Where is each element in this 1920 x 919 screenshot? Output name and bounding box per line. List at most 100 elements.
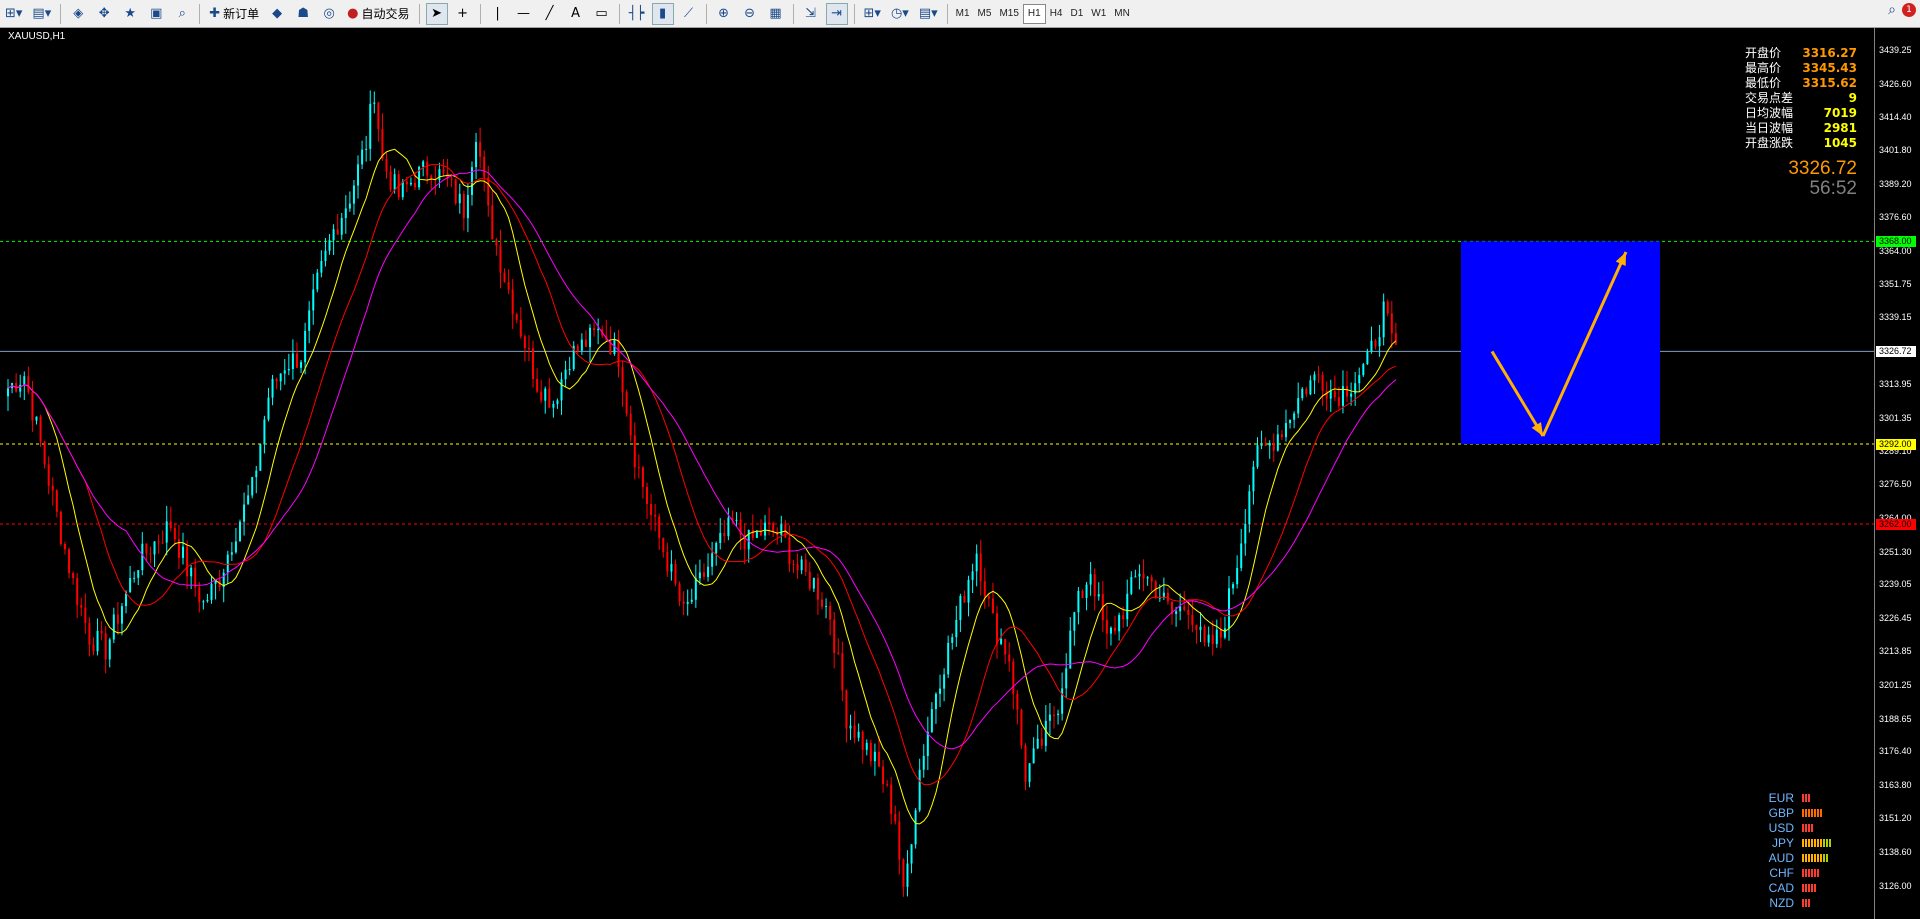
price-axis[interactable]: 3439.25 3426.60 3414.40 3401.80 3389.20 3376.… [1874,28,1920,919]
auto-scroll-button[interactable]: ⇲ [800,3,822,25]
auto-trade-button[interactable]: ● 自动交易 [344,3,412,25]
candle-body [1293,413,1296,420]
timeframe-h4[interactable]: H4 [1046,4,1067,24]
candle-body [707,566,710,577]
strength-bar [1805,793,1807,802]
terminal-button[interactable]: ▣ [145,3,167,25]
current-price: 3326.72 [1788,158,1857,179]
candle-body [47,464,50,486]
candle-body [1256,445,1259,467]
strength-bar [1808,853,1810,862]
profiles-button[interactable]: ▤▾ [29,3,54,25]
candle-body [414,182,416,188]
label-button[interactable]: ▭ [591,3,613,25]
new-chart-button[interactable]: ⊞▾ [2,3,25,25]
crosshair-button[interactable]: + [452,3,474,25]
candle-body [955,619,958,638]
candle-body [479,142,482,157]
candle-body [747,530,750,550]
y-tick-label: 3313.95 [1879,379,1912,390]
trendline-button[interactable]: ╱ [539,3,561,25]
data-window-button[interactable]: ✥ [93,3,115,25]
profiles-icon: ▤▾ [32,6,52,21]
chart-area[interactable]: XAUUSD,H1 开盘价 3316.27 最高价 3345.43 最低价 3315.62… [0,28,1920,919]
timeframe-d1[interactable]: D1 [1066,4,1087,24]
timeframe-w1[interactable]: W1 [1087,4,1110,24]
toolbar-separator [618,3,620,24]
toolbar: ⊞▾ ▤▾ ◈ ✥ ★ ▣ ⌕ ✚ 新订单 ◆ ☗ ◎ ● 自动交易 ➤ + | —… [0,0,1920,28]
timeframe-mn[interactable]: MN [1110,4,1134,24]
candle-body [560,379,563,401]
candle-body [1350,393,1353,397]
info-row: 最高价 3345.43 [1745,61,1857,76]
strength-bar [1805,853,1807,862]
zoom-out-button[interactable]: ⊖ [739,3,761,25]
text-button[interactable]: A [565,3,587,25]
y-tick-label: 3426.60 [1879,79,1912,90]
market-watch-button[interactable]: ◈ [67,3,89,25]
candle-body [1313,374,1316,381]
candle-body [263,419,266,445]
candle-body [1004,639,1007,655]
horizontal-line-button[interactable]: — [513,3,535,25]
chart-shift-button[interactable]: ⇥ [825,2,848,25]
strength-bar [1817,853,1819,862]
candle-body [182,546,185,558]
market-button[interactable]: ◎ [318,3,340,25]
metaeditor-button[interactable]: ◆ [266,3,288,25]
candle-body [1126,593,1129,620]
search-icon[interactable]: ⌕ [1888,2,1896,18]
y-tick-label: 3364.00 [1879,246,1912,256]
currency-row: GBP [1760,805,1880,820]
currency-strength-bars [1802,883,1816,892]
candle-body [670,564,673,572]
new-order-button[interactable]: ✚ 新订单 [206,3,262,25]
candle-body [898,821,901,860]
zoom-in-button[interactable]: ⊕ [713,3,735,25]
notification-icon[interactable]: 1 [1902,3,1916,17]
candle-body [735,519,738,521]
info-row: 最低价 3315.62 [1745,76,1857,91]
timeframe-m1[interactable]: M1 [952,4,974,24]
info-key: 当日波幅 [1745,121,1794,135]
candle-body [344,208,347,219]
navigator-button[interactable]: ★ [119,3,141,25]
signals-button[interactable]: ☗ [292,3,314,25]
candle-body [1305,388,1308,395]
tile-windows-button[interactable]: ▦ [765,3,787,25]
y-tick-label: 3251.30 [1879,546,1912,557]
candle-body [1390,313,1393,334]
timeframe-m15[interactable]: M15 [995,4,1022,24]
currency-strength-panel: EUR GBP USD JPY AUD CHF CAD NZD [1760,790,1880,910]
periods-button[interactable]: ◷▾ [888,3,912,25]
templates-button[interactable]: ▤▾ [916,3,941,25]
candle-body [902,859,905,887]
bar-chart-button[interactable]: ┤┝ [626,3,648,25]
toolbar-separator [479,3,481,24]
line-chart-button[interactable]: ⟋ [678,3,700,25]
timeframe-m5[interactable]: M5 [974,4,996,24]
new-order-label: 新订单 [223,7,260,21]
indicators-button[interactable]: ⊞▾ [861,3,884,25]
candle-body [487,177,490,206]
candle-body [621,367,624,393]
strength-bar [1817,838,1819,847]
candle-body [133,577,136,579]
candle-body [515,314,518,320]
candle-body [1280,434,1283,438]
toolbar-separator [705,3,707,24]
vertical-line-button[interactable]: | [487,3,509,25]
candle-body [92,644,95,652]
candle-body [55,490,58,512]
currency-row: USD [1760,820,1880,835]
candle-body [711,553,714,567]
auto-scroll-icon: ⇲ [805,6,816,21]
candle-body [548,388,551,408]
currency-name: EUR [1768,790,1794,805]
price-tag: 3262.00 [1876,519,1916,530]
timeframe-h1[interactable]: H1 [1022,3,1046,24]
cursor-button[interactable]: ➤ [425,2,448,25]
candle-body [1142,573,1145,579]
strategy-tester-button[interactable]: ⌕ [171,3,193,25]
candlestick-button[interactable]: ▮ [651,2,674,25]
